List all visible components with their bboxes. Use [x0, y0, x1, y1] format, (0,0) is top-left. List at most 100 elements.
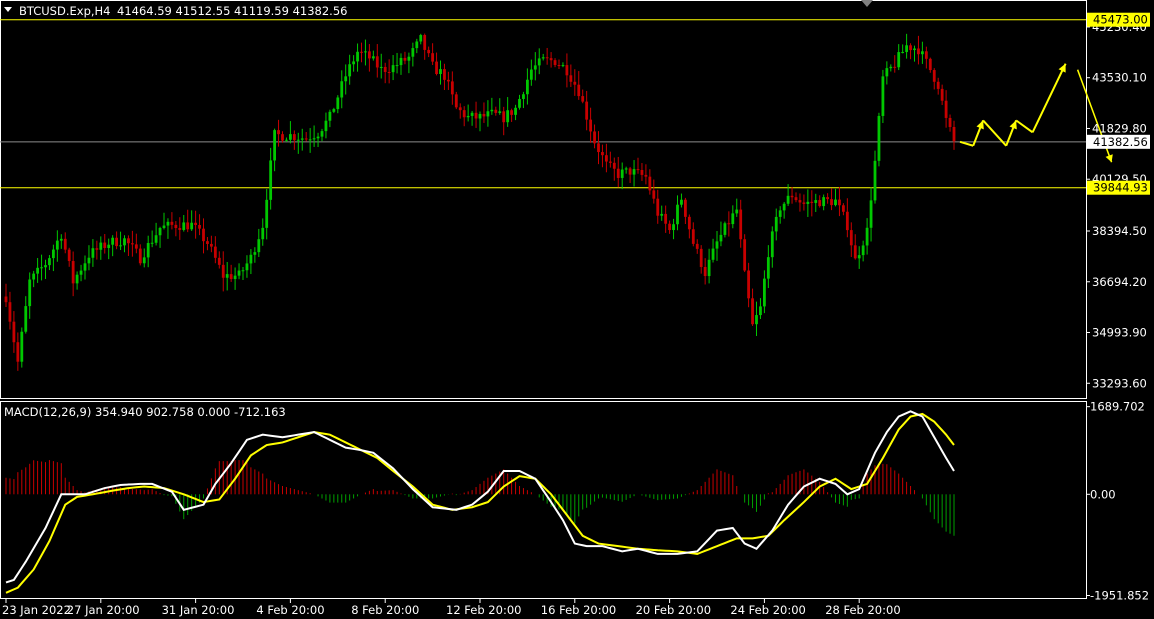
candle	[190, 210, 194, 231]
candle	[127, 235, 130, 256]
candle	[687, 214, 691, 239]
price-tick-label: 34993.90	[1092, 326, 1147, 340]
candle-body	[703, 266, 707, 277]
candle	[383, 62, 387, 84]
candle-body	[644, 174, 648, 177]
candle	[932, 68, 936, 90]
price-pane[interactable]: 45230.4043530.1041829.8040129.5038394.50…	[0, 0, 1150, 399]
candle	[537, 48, 541, 75]
candle	[676, 195, 679, 231]
candle-body	[63, 238, 67, 250]
candle-body	[782, 203, 786, 211]
chart-shift-marker-icon[interactable]	[861, 0, 873, 7]
candle-body	[387, 71, 391, 73]
candle-body	[111, 237, 115, 245]
candle	[395, 52, 399, 74]
candle-body	[265, 199, 269, 228]
candle-body	[506, 110, 510, 123]
candle	[628, 166, 632, 184]
candle	[751, 288, 754, 326]
candle	[545, 47, 549, 65]
candle	[573, 69, 577, 96]
candle	[206, 237, 209, 251]
candle-body	[952, 126, 956, 142]
candle	[458, 103, 462, 119]
candle	[707, 248, 711, 284]
candle	[443, 63, 446, 90]
candle	[845, 198, 849, 238]
candle	[703, 258, 707, 285]
candle	[103, 234, 107, 254]
candle	[873, 150, 877, 204]
candle	[814, 193, 818, 212]
macd-readout: MACD(12,26,9) 354.940 902.758 0.000 -712…	[4, 405, 286, 419]
candle	[32, 270, 36, 288]
candle-body	[360, 51, 363, 53]
candle	[399, 53, 403, 75]
symbol-menu-triangle-icon[interactable]	[4, 7, 12, 12]
candle-body	[336, 97, 340, 110]
candle-body	[95, 248, 99, 250]
candle	[719, 221, 723, 247]
candle-body	[79, 270, 83, 275]
candle-body	[352, 61, 355, 65]
candle	[810, 190, 814, 217]
resistance-price-tag: 45473.00	[1087, 13, 1150, 27]
candle-body	[320, 131, 324, 137]
candle-body	[723, 223, 727, 235]
candle	[553, 58, 557, 68]
candle-body	[944, 100, 948, 118]
candle-body	[620, 169, 624, 178]
candle-body	[466, 115, 470, 118]
candle-body	[12, 321, 16, 343]
candle	[328, 109, 332, 128]
candle-body	[881, 76, 885, 116]
candle-body	[229, 274, 233, 280]
candle-body	[52, 249, 55, 259]
candle-body	[474, 112, 478, 119]
candle	[608, 151, 612, 168]
candle-body	[344, 76, 348, 82]
candle	[778, 206, 782, 224]
candle-body	[510, 110, 513, 115]
candle-body	[849, 230, 853, 246]
candle-body	[921, 51, 924, 55]
candle	[691, 222, 695, 247]
candle	[308, 128, 312, 153]
candle	[577, 71, 581, 100]
candle-body	[897, 52, 901, 68]
candle-body	[447, 79, 450, 82]
candle-body	[123, 238, 126, 246]
candle	[138, 244, 142, 266]
candle	[166, 218, 170, 239]
candle-body	[494, 109, 498, 113]
candle-body	[308, 139, 312, 141]
candle	[842, 203, 845, 216]
candle-body	[443, 69, 446, 80]
candle	[838, 186, 841, 217]
candle-body	[861, 245, 865, 256]
candle-body	[869, 200, 873, 228]
candle-body	[857, 255, 861, 259]
time-tick-label: 28 Feb 20:00	[825, 603, 900, 617]
candle-body	[936, 81, 940, 89]
candle	[28, 272, 32, 319]
candle	[711, 238, 715, 263]
candle	[300, 128, 304, 151]
candle-body	[202, 228, 205, 242]
candle	[735, 198, 739, 217]
candle	[549, 52, 553, 68]
candle-body	[458, 107, 462, 111]
candle-body	[913, 48, 916, 51]
candle	[699, 245, 703, 274]
candle-body	[901, 51, 905, 53]
candle-body	[194, 222, 197, 226]
support-price-tag: 39844.93	[1087, 180, 1150, 195]
macd-pane[interactable]: 1689.702 0.00 -1951.852 MACD(12,26,9) 354.…	[0, 400, 1150, 603]
candle	[16, 332, 20, 371]
candle	[249, 249, 253, 275]
candle	[368, 44, 371, 72]
candle	[154, 222, 158, 246]
candle	[861, 240, 865, 262]
candle	[403, 51, 407, 65]
